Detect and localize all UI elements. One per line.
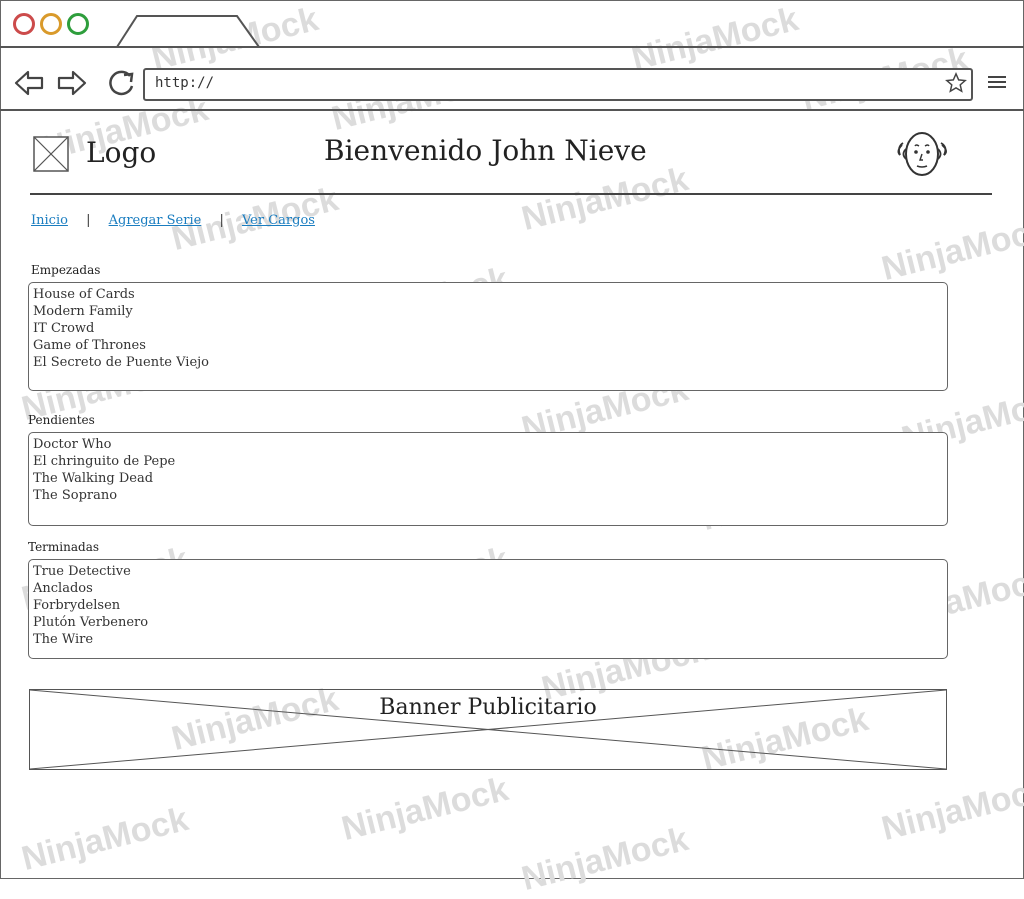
minimize-window-icon[interactable] <box>40 13 62 35</box>
list-terminadas[interactable]: True Detective Anclados Forbrydelsen Plu… <box>28 559 948 659</box>
close-window-icon[interactable] <box>13 13 35 35</box>
list-item[interactable]: IT Crowd <box>33 320 947 337</box>
header-divider <box>30 193 992 195</box>
ad-banner[interactable]: Banner Publicitario <box>29 689 947 770</box>
nav-link-inicio[interactable]: Inicio <box>31 213 68 228</box>
browser-tab[interactable] <box>115 14 261 48</box>
browser-titlebar <box>0 0 1024 48</box>
list-item[interactable]: Forbrydelsen <box>33 597 947 614</box>
back-icon[interactable] <box>12 66 46 100</box>
welcome-heading: Bienvenido John Nieve <box>324 134 647 167</box>
list-pendientes[interactable]: Doctor Who El chringuito de Pepe The Wal… <box>28 432 948 526</box>
nav-link-agregar-serie[interactable]: Agregar Serie <box>109 213 202 228</box>
list-item[interactable]: The Wire <box>33 631 947 648</box>
reload-icon[interactable] <box>104 66 138 100</box>
avatar-icon[interactable] <box>892 127 952 179</box>
list-item[interactable]: El chringuito de Pepe <box>33 453 947 470</box>
list-empezadas[interactable]: House of Cards Modern Family IT Crowd Ga… <box>28 282 948 391</box>
section-label-empezadas: Empezadas <box>31 263 101 277</box>
forward-icon[interactable] <box>55 66 89 100</box>
list-item[interactable]: True Detective <box>33 563 947 580</box>
list-item[interactable]: The Walking Dead <box>33 470 947 487</box>
list-item[interactable]: House of Cards <box>33 286 947 303</box>
logo-placeholder-icon <box>33 136 69 172</box>
hamburger-menu-icon[interactable] <box>988 74 1006 90</box>
chrome-divider <box>0 109 1024 111</box>
nav-separator: | <box>86 213 91 228</box>
list-item[interactable]: Doctor Who <box>33 436 947 453</box>
tab-divider <box>0 46 1024 48</box>
list-item[interactable]: Game of Thrones <box>33 337 947 354</box>
nav-separator: | <box>219 213 224 228</box>
list-item[interactable]: Modern Family <box>33 303 947 320</box>
logo-label: Logo <box>86 136 157 169</box>
list-item[interactable]: The Soprano <box>33 487 947 504</box>
list-item[interactable]: El Secreto de Puente Viejo <box>33 354 947 371</box>
list-item[interactable]: Plutón Verbenero <box>33 614 947 631</box>
bookmark-star-icon[interactable] <box>945 72 967 94</box>
section-label-pendientes: Pendientes <box>28 413 95 427</box>
banner-label: Banner Publicitario <box>379 695 597 720</box>
section-label-terminadas: Terminadas <box>28 540 100 554</box>
nav-link-ver-cargos[interactable]: Ver Cargos <box>242 213 315 228</box>
maximize-window-icon[interactable] <box>67 13 89 35</box>
address-bar[interactable]: http:// <box>143 68 973 101</box>
list-item[interactable]: Anclados <box>33 580 947 597</box>
nav-links: Inicio | Agregar Serie | Ver Cargos <box>31 213 315 228</box>
url-text: http:// <box>155 75 215 91</box>
